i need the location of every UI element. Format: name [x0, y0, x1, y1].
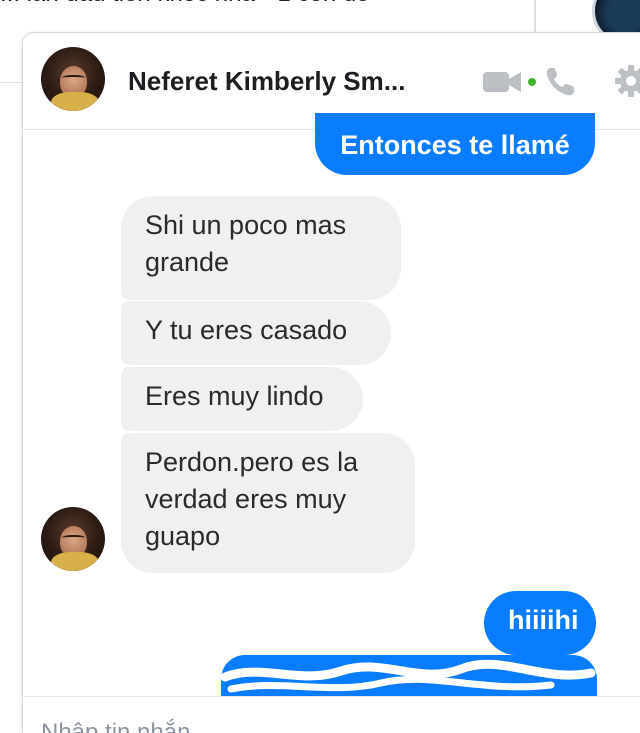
message-outgoing[interactable]: hiiiihi	[484, 591, 596, 655]
background-panel-edge	[0, 82, 22, 729]
contact-name[interactable]: Neferet Kimberly Sm...	[128, 66, 405, 97]
message-outgoing[interactable]: Entonces te llamé	[315, 113, 595, 175]
message-incoming[interactable]: Y tu eres casado	[121, 301, 391, 365]
redaction-scribble	[221, 659, 596, 693]
video-camera-icon[interactable]	[483, 69, 523, 95]
background-divider	[534, 0, 536, 32]
message-incoming[interactable]: Perdon.pero es la verdad eres muy guapo	[121, 433, 415, 573]
message-incoming[interactable]: Eres muy lindo	[121, 367, 363, 431]
background-post-text: ... lần đầu tiên khóc nhá * 1 con dơ	[0, 0, 372, 8]
composer-input[interactable]: Nhập tin nhắn...	[41, 719, 210, 733]
phone-icon[interactable]	[543, 65, 577, 99]
gear-icon[interactable]	[613, 63, 640, 99]
chat-window: Neferet Kimberly Sm... Entonces te llamé…	[22, 32, 640, 733]
sender-avatar[interactable]	[41, 507, 105, 571]
message-outgoing-redacted[interactable]	[221, 655, 597, 697]
message-composer[interactable]: Nhập tin nhắn...	[23, 696, 640, 733]
contact-avatar[interactable]	[41, 47, 105, 111]
message-incoming[interactable]: Shi un poco mas grande	[121, 196, 401, 300]
online-status-dot	[528, 78, 536, 86]
